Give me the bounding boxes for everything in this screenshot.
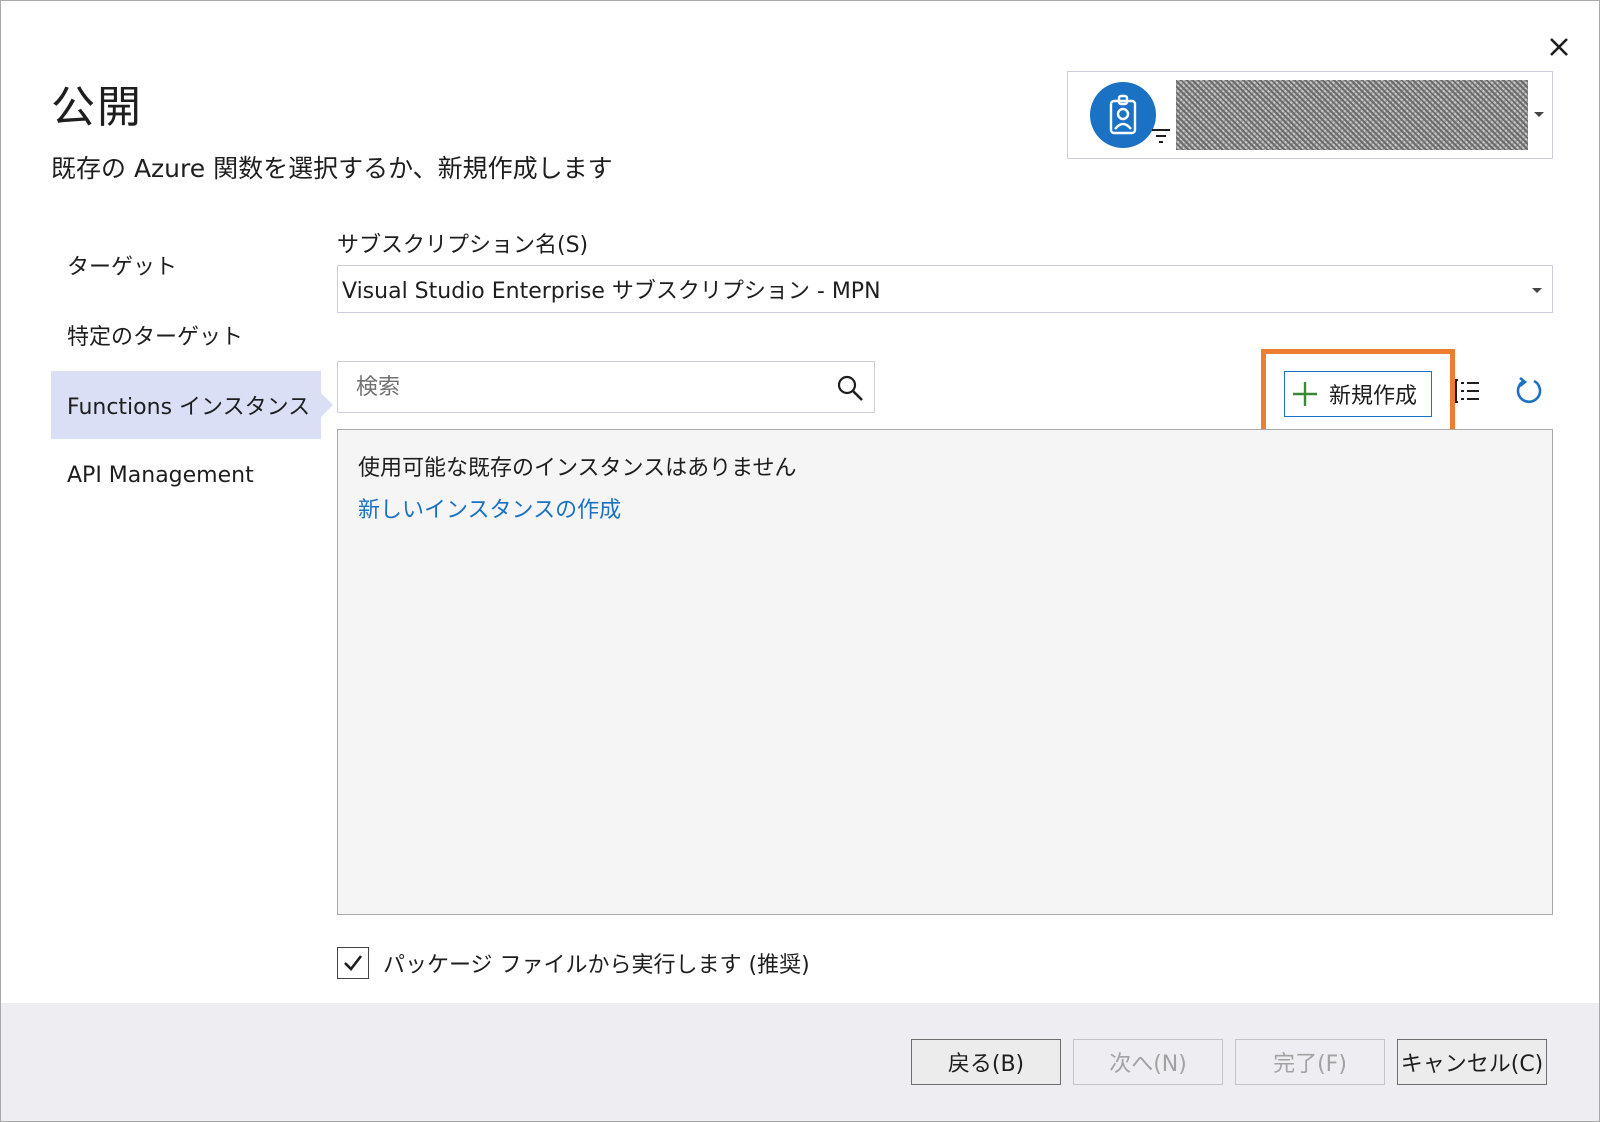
plus-icon [1293, 382, 1317, 406]
close-icon [1550, 38, 1568, 56]
empty-message: 使用可能な既存のインスタンスはありません [358, 456, 797, 481]
instance-list: 使用可能な既存のインスタンスはありません 新しいインスタンスの作成 [337, 429, 1553, 915]
subscription-value: Visual Studio Enterprise サブスクリプション - MPN [342, 279, 881, 304]
close-button[interactable] [1539, 27, 1579, 67]
search-box [337, 361, 875, 413]
badge-person-icon [1109, 94, 1137, 135]
chevron-down-icon [1534, 112, 1544, 117]
finish-button[interactable]: 完了(F) [1235, 1039, 1385, 1085]
run-from-package-checkbox[interactable] [337, 947, 369, 979]
nav-item-label: 特定のターゲット [67, 325, 244, 350]
account-name-redacted [1176, 80, 1528, 150]
back-button[interactable]: 戻る(B) [911, 1039, 1061, 1085]
account-selector[interactable] [1067, 71, 1553, 159]
nav-item-label: Functions インスタンス [67, 395, 311, 420]
nav-item-label: ターゲット [67, 255, 178, 280]
search-icon[interactable] [836, 374, 864, 402]
run-from-package-option[interactable]: パッケージ ファイルから実行します (推奨) [337, 947, 810, 979]
publish-dialog: 公開 既存の Azure 関数を選択するか、新規作成します ターゲット 特定のタ… [0, 0, 1600, 1122]
next-button[interactable]: 次へ(N) [1073, 1039, 1223, 1085]
page-subtitle: 既存の Azure 関数を選択するか、新規作成します [51, 154, 613, 183]
dialog-footer: 戻る(B) 次へ(N) 完了(F) キャンセル(C) [1, 1003, 1599, 1121]
nav-item-target[interactable]: ターゲット [51, 231, 321, 299]
search-input[interactable] [338, 362, 818, 412]
nav-item-label: API Management [67, 462, 254, 488]
create-new-button[interactable]: 新規作成 [1284, 371, 1432, 417]
nav-item-api-management[interactable]: API Management [51, 441, 321, 509]
filter-icon [1152, 129, 1170, 143]
nav-item-specific-target[interactable]: 特定のターゲット [51, 301, 321, 369]
create-instance-link[interactable]: 新しいインスタンスの作成 [358, 492, 621, 524]
list-view-icon[interactable] [1453, 375, 1485, 407]
nav-item-functions-instance[interactable]: Functions インスタンス [51, 371, 333, 439]
page-title: 公開 [51, 82, 143, 133]
cancel-button[interactable]: キャンセル(C) [1397, 1039, 1547, 1085]
subscription-select[interactable]: Visual Studio Enterprise サブスクリプション - MPN [337, 265, 1553, 313]
run-from-package-label: パッケージ ファイルから実行します (推奨) [383, 953, 810, 978]
create-new-label: 新規作成 [1329, 384, 1418, 409]
chevron-down-icon [1532, 288, 1542, 293]
checkmark-icon [344, 955, 363, 971]
subscription-label: サブスクリプション名(S) [337, 233, 589, 258]
refresh-icon[interactable] [1513, 375, 1545, 407]
avatar [1090, 82, 1156, 148]
